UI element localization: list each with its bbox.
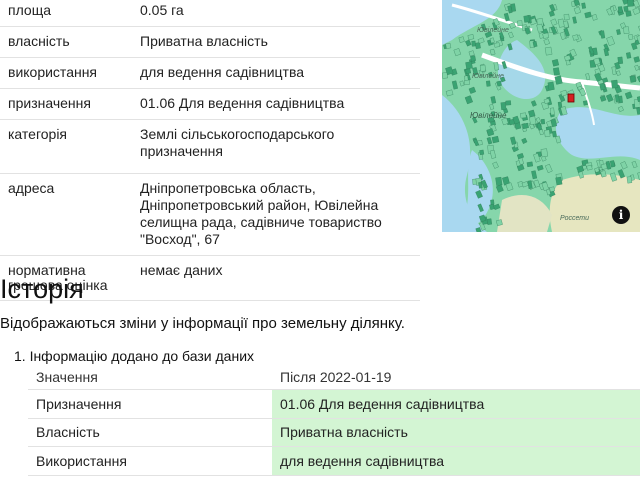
map-parcel xyxy=(491,135,500,144)
map-parcel xyxy=(520,112,527,119)
property-row-address: адреса Дніпропетровська область, Дніпроп… xyxy=(0,174,420,256)
map-canvas[interactable]: Ювілейне Ювілейне Ювілейне Россети xyxy=(442,0,640,232)
map-parcel xyxy=(628,34,634,40)
column-header-field: Значення xyxy=(36,368,98,385)
property-value: 0.05 га xyxy=(140,2,184,18)
map-parcel xyxy=(617,6,623,13)
map-parcel xyxy=(505,100,512,106)
map-parcel xyxy=(544,46,553,56)
property-value: Землі сільськогосподарського призначення xyxy=(140,126,335,159)
change-row: Призначення 01.06 Для ведення садівництв… xyxy=(28,390,640,419)
map-parcel xyxy=(445,42,452,49)
property-value: 01.06 Для ведення садівництва xyxy=(140,95,345,111)
map-parcel xyxy=(523,15,530,23)
map-parcel xyxy=(626,176,633,184)
map-parcel xyxy=(486,218,493,225)
map-parcel xyxy=(526,161,533,168)
map-parcel xyxy=(496,80,502,87)
map-parcel xyxy=(625,10,632,17)
property-row-ownership: власність Приватна власність xyxy=(0,27,420,58)
map-parcel xyxy=(464,79,470,86)
property-key: площа xyxy=(8,2,51,18)
property-row-category: категорія Землі сільськогосподарського п… xyxy=(0,120,420,174)
map-parcel xyxy=(586,164,593,171)
parcel-map[interactable]: Ювілейне Ювілейне Ювілейне Россети i xyxy=(442,0,640,232)
map-parcel xyxy=(547,81,555,91)
map-parcel xyxy=(494,42,500,48)
map-label: Ювілейне xyxy=(477,26,509,34)
map-parcel xyxy=(479,149,485,156)
map-parcel xyxy=(555,176,563,186)
map-label: Ювілейне xyxy=(472,72,504,80)
change-table-header: Значення Після 2022-01-19 xyxy=(28,364,640,390)
map-parcel xyxy=(467,34,475,41)
map-parcel xyxy=(540,148,548,158)
map-parcel xyxy=(544,129,551,138)
map-parcel xyxy=(471,40,476,47)
map-parcel xyxy=(551,59,560,67)
property-row-purpose: призначення 01.06 Для ведення садівництв… xyxy=(0,89,420,120)
history-title: Історія xyxy=(0,274,84,304)
property-key: використання xyxy=(8,64,98,80)
property-value: немає даних xyxy=(140,262,223,278)
map-parcel xyxy=(623,26,630,35)
map-parcel xyxy=(495,176,503,186)
property-row-area: площа 0.05 га xyxy=(0,0,420,27)
change-value: для ведення садівництва xyxy=(272,447,640,475)
map-parcel xyxy=(490,199,495,205)
map-parcel xyxy=(465,68,471,75)
map-parcel xyxy=(470,55,476,62)
property-info-table: площа 0.05 га власність Приватна власніс… xyxy=(0,0,420,301)
map-parcel xyxy=(626,52,632,59)
property-key: адреса xyxy=(8,180,55,196)
map-label: Россети xyxy=(560,215,589,222)
property-key: призначення xyxy=(8,95,91,111)
map-parcel xyxy=(479,64,486,72)
property-value: для ведення садівництва xyxy=(140,64,305,80)
map-parcel xyxy=(583,100,588,106)
history-item-label: 1. Інформацію додано до бази даних xyxy=(14,348,255,364)
map-parcel xyxy=(581,2,586,9)
map-parcel xyxy=(553,67,560,76)
map-parcel xyxy=(540,118,546,125)
map-parcel xyxy=(465,61,473,70)
change-value: 01.06 Для ведення садівництва xyxy=(272,390,640,418)
change-value: Приватна власність xyxy=(272,418,640,446)
change-field: Призначення xyxy=(36,395,122,412)
history-description: Відображаються зміни у інформації про зе… xyxy=(0,315,405,332)
map-parcel xyxy=(529,115,537,125)
history-change-table: Значення Після 2022-01-19 Призначення 01… xyxy=(28,364,640,476)
map-parcel xyxy=(550,107,555,116)
map-parcel xyxy=(496,219,503,227)
info-icon[interactable]: i xyxy=(612,206,630,224)
change-field: Використання xyxy=(36,452,127,469)
change-row: Власність Приватна власність xyxy=(28,418,640,447)
property-row-usage: використання для ведення садівництва xyxy=(0,58,420,89)
property-key: власність xyxy=(8,33,70,49)
property-key: категорія xyxy=(8,126,68,142)
map-parcel xyxy=(486,80,491,87)
map-parcel xyxy=(549,186,555,193)
map-parcel xyxy=(517,20,523,27)
change-field: Власність xyxy=(36,424,100,441)
map-label: Ювілейне xyxy=(470,111,507,120)
selected-parcel-marker[interactable] xyxy=(567,93,575,103)
map-parcel xyxy=(623,5,629,12)
map-parcel xyxy=(572,34,579,41)
property-value: Дніпропетровська область, Дніпропетровсь… xyxy=(140,180,382,247)
map-parcel xyxy=(611,79,619,89)
column-header-after: Після 2022-01-19 xyxy=(280,368,392,385)
map-parcel xyxy=(601,163,608,170)
property-value: Приватна власність xyxy=(140,33,268,49)
map-parcel xyxy=(629,75,637,83)
map-parcel xyxy=(627,0,634,7)
map-parcel xyxy=(563,13,570,21)
change-row: Використання для ведення садівництва xyxy=(28,447,640,476)
map-parcel xyxy=(542,32,550,39)
map-parcel xyxy=(500,102,507,111)
